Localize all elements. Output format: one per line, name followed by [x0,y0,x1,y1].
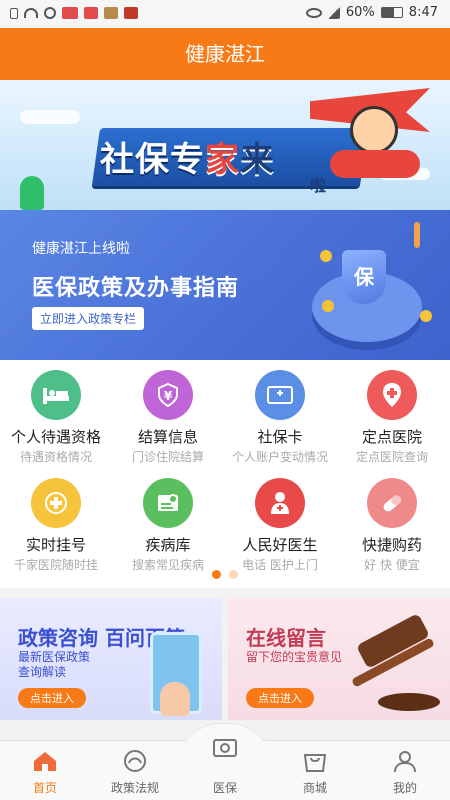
status-right: 60% 8:47 [305,5,438,20]
shopping-bag-icon [303,754,327,772]
service-label: 实时挂号 [25,536,86,554]
page-dot-active[interactable] [212,570,221,579]
tab-label: 我的 [392,781,417,795]
tab-mine[interactable]: 我的 [360,741,450,800]
bottom-tab-bar: 首页 政策法规 医保 商城 我的 [0,723,450,800]
status-left-icons [10,7,138,19]
tab-label: 政策法规 [110,781,159,795]
plant-decoration [20,176,44,210]
enter-button[interactable]: 点击进入 [246,688,314,708]
tab-medical-insurance[interactable]: 医保 [180,739,270,800]
page-dot[interactable] [229,570,238,579]
service-label: 个人待遇资格 [10,428,101,446]
enter-button[interactable]: 点击进入 [18,688,86,708]
sim-icon [10,7,18,19]
tab-label: 医保 [212,781,237,795]
banner1-title-suffix: 啦 [310,176,327,195]
service-settlement-info[interactable]: ¥ 结算信息 门诊住院结算 [112,360,224,466]
battery-percent: 60% [345,5,375,20]
wifi-icon [24,8,38,18]
banner2-headline: 医保政策及办事指南 [32,276,240,301]
banner1-title-part1: 社保专 [100,140,205,180]
doctor-icon [255,478,305,528]
battery-icon [380,7,403,18]
policy-icon [124,750,146,772]
home-icon [34,752,56,771]
app-header: 健康湛江 [0,28,450,80]
location-cross-icon [367,370,417,420]
bed-icon [31,370,81,420]
music-app-icon [124,7,138,19]
service-label: 社保卡 [257,428,303,446]
service-people-good-doctor[interactable]: 人民好医生 电话 医护上门 [224,468,336,574]
person-illustration [414,222,420,248]
pill-icon [367,478,417,528]
game-app-icon [104,7,118,19]
coin-decoration [320,250,332,262]
app-title: 健康湛江 [185,42,265,66]
person-icon [394,751,416,773]
tab-policy[interactable]: 政策法规 [90,741,180,800]
card-icon [255,370,305,420]
service-sublabel: 定点医院查询 [355,450,428,464]
service-label: 定点医院 [361,428,422,446]
service-label: 疾病库 [145,536,191,554]
promo-online-message[interactable]: 在线留言 留下您的宝贵意见 点击进入 [228,598,450,720]
tab-mall[interactable]: 商城 [270,741,360,800]
coin-decoration [322,300,334,312]
banner-policy-guide[interactable]: 健康湛江上线啦 医保政策及办事指南 立即进入政策专栏 保 [0,210,450,360]
yen-icon: ¥ [143,370,193,420]
enter-policy-button[interactable]: 立即进入政策专栏 [32,307,145,330]
status-bar: 60% 8:47 [0,0,450,28]
banner1-title: 社保专家来 [100,132,275,181]
service-social-security-card[interactable]: 社保卡 个人账户变动情况 [224,360,336,466]
promo-desc-line: 最新医保政策 [18,650,91,664]
plus-badge-icon [31,478,81,528]
service-sublabel: 个人账户变动情况 [231,450,328,464]
svg-text:¥: ¥ [164,389,173,403]
tab-label: 首页 [32,781,57,795]
cloud-decoration [20,110,80,124]
medical-insurance-icon [213,739,237,757]
coin-decoration [420,310,432,322]
service-personal-eligibility[interactable]: 个人待遇资格 待遇资格情况 [0,360,112,466]
gavel-base [378,693,440,711]
service-grid: 个人待遇资格 待遇资格情况 ¥ 结算信息 门诊住院结算 社保卡 个人账户变动情况… [0,360,450,588]
cartoon-character-illustration [350,106,398,154]
eye-icon [305,7,322,18]
service-sublabel: 门诊住院结算 [131,450,204,464]
tab-home[interactable]: 首页 [0,741,90,800]
service-sublabel: 待遇资格情况 [19,450,92,464]
promo-policy-consultation[interactable]: 政策咨询 百问百答 最新医保政策 查询解读 点击进入 [0,598,222,720]
service-label: 人民好医生 [242,536,318,554]
promo-title: 在线留言 [246,626,326,650]
shield-icon: 保 [342,250,386,304]
promo-desc: 最新医保政策 查询解读 [18,650,90,680]
clock: 8:47 [408,5,438,20]
banner1-title-part3: 来 [240,140,275,180]
service-quick-medicine[interactable]: 快捷购药 好 快 便宜 [336,468,448,574]
signal-icon [327,6,340,19]
promo-desc-line: 查询解读 [18,665,67,679]
hand-illustration [160,682,190,716]
app-notification-icon [62,7,78,19]
page-indicator [0,570,450,580]
document-icon [143,478,193,528]
service-disease-library[interactable]: 疾病库 搜索常见疾病 [112,468,224,574]
service-label: 结算信息 [137,428,198,446]
service-realtime-registration[interactable]: 实时挂号 千家医院随时挂 [0,468,112,574]
plane-illustration [330,150,420,178]
service-label: 快捷购药 [361,536,422,554]
video-app-icon [84,7,98,19]
banner1-title-part2: 家 [205,140,240,180]
banner2-subtitle: 健康湛江上线啦 [32,241,130,257]
globe-icon [44,7,56,19]
promo-desc: 留下您的宝贵意见 [246,650,343,664]
tab-label: 商城 [302,781,327,795]
banner-social-security-experts[interactable]: 社保专家来 啦 [0,80,450,210]
service-designated-hospital[interactable]: 定点医院 定点医院查询 [336,360,448,466]
